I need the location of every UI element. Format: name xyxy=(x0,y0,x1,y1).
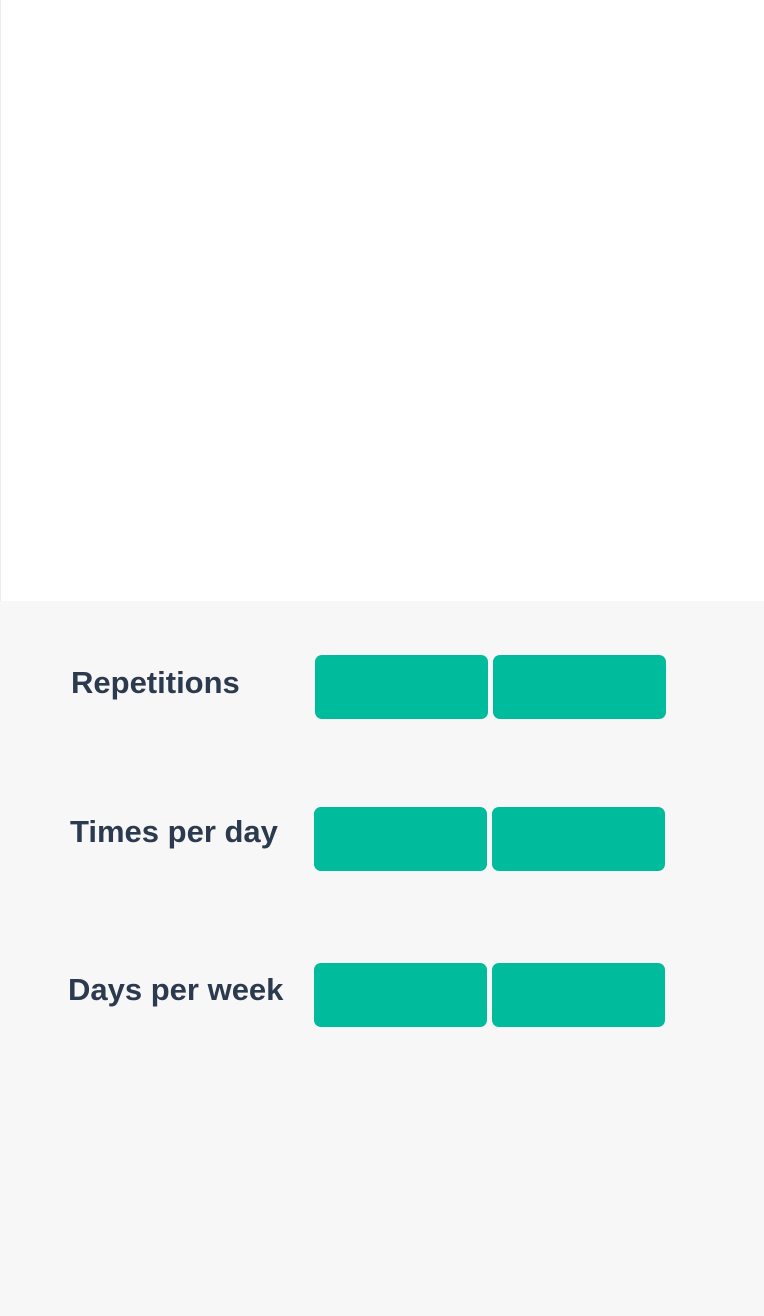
times-per-day-increase-button[interactable] xyxy=(492,807,665,871)
days-per-week-label: Days per week xyxy=(68,972,284,1007)
repetitions-increase-button[interactable] xyxy=(493,655,666,719)
days-per-week-decrease-button[interactable] xyxy=(314,963,487,1027)
times-per-day-label: Times per day xyxy=(70,814,278,849)
repetitions-decrease-button[interactable] xyxy=(315,655,488,719)
repetitions-label: Repetitions xyxy=(71,665,240,700)
days-per-week-increase-button[interactable] xyxy=(492,963,665,1027)
times-per-day-decrease-button[interactable] xyxy=(314,807,487,871)
content-area xyxy=(0,0,764,601)
